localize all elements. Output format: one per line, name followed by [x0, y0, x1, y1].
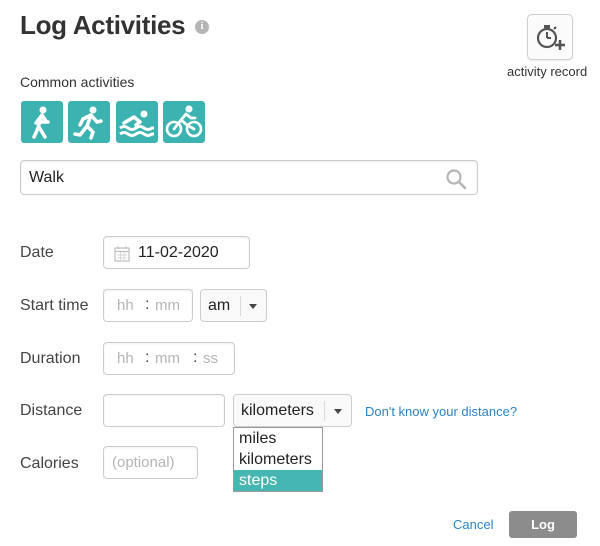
search-value: Walk [29, 169, 64, 186]
duration-label: Duration [20, 350, 81, 367]
ampm-select[interactable]: am [200, 289, 267, 322]
start-mm-placeholder: mm [155, 297, 180, 314]
start-time-field[interactable]: hh : mm [103, 289, 193, 322]
info-icon[interactable]: i [195, 20, 209, 34]
unit-option-miles[interactable]: miles [234, 428, 322, 449]
distance-unit-select[interactable]: kilometers [233, 394, 352, 427]
start-time-separator: : [145, 296, 150, 313]
duration-field[interactable]: hh : mm : ss [103, 342, 235, 375]
chevron-down-icon [249, 304, 257, 309]
distance-unit-dropdown: miles kilometers steps [233, 427, 323, 492]
distance-field[interactable] [103, 394, 225, 427]
date-value: 11-02-2020 [138, 244, 219, 261]
calories-field[interactable]: (optional) [103, 446, 198, 479]
duration-separator-2: : [193, 349, 198, 366]
date-label: Date [20, 244, 54, 261]
cancel-button[interactable]: Cancel [453, 517, 493, 532]
cycling-icon[interactable] [163, 101, 205, 143]
ampm-divider [240, 296, 241, 316]
calendar-icon[interactable] [114, 246, 130, 262]
unit-option-kilometers[interactable]: kilometers [234, 449, 322, 470]
calories-label: Calories [20, 455, 79, 472]
calories-placeholder: (optional) [112, 454, 175, 471]
stopwatch-plus-icon [536, 25, 565, 50]
log-button[interactable]: Log [509, 511, 577, 538]
activity-search-input[interactable]: Walk [20, 160, 478, 195]
search-icon[interactable] [445, 168, 467, 190]
activity-record-label: activity record [507, 64, 588, 79]
duration-separator-1: : [145, 349, 150, 366]
date-field[interactable]: 11-02-2020 [103, 236, 250, 269]
duration-mm-placeholder: mm [155, 350, 180, 367]
walking-icon[interactable] [21, 101, 63, 143]
start-hh-placeholder: hh [117, 297, 134, 314]
swimming-icon[interactable] [116, 101, 158, 143]
chevron-down-icon [334, 409, 342, 414]
activity-record-button[interactable] [527, 14, 573, 60]
start-time-label: Start time [20, 297, 89, 314]
ampm-value: am [208, 297, 231, 314]
distance-unit-value: kilometers [241, 402, 314, 419]
running-icon[interactable] [68, 101, 110, 143]
unit-option-steps[interactable]: steps [234, 470, 322, 491]
distance-help-link[interactable]: Don't know your distance? [365, 404, 517, 419]
common-activities-label: Common activities [20, 74, 135, 90]
distance-unit-divider [324, 401, 325, 421]
page-title: Log Activities [20, 10, 186, 40]
duration-hh-placeholder: hh [117, 350, 134, 367]
duration-ss-placeholder: ss [203, 350, 218, 367]
distance-label: Distance [20, 402, 83, 419]
